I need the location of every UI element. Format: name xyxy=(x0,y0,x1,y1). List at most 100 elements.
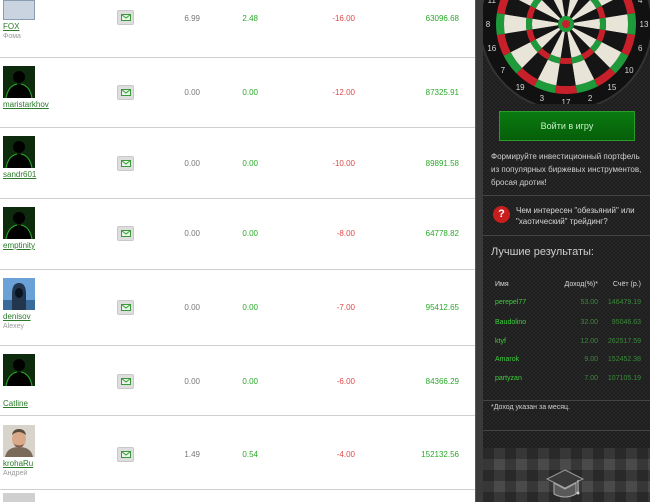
change-cell: -12.00 xyxy=(332,88,355,97)
result-score: 146479.19 xyxy=(607,299,641,306)
envelope-icon xyxy=(121,160,131,167)
dartboard-number: 15 xyxy=(607,83,616,92)
result-name[interactable]: partyzan xyxy=(495,370,555,388)
message-button[interactable] xyxy=(117,156,134,171)
change-cell: -16.00 xyxy=(332,14,355,23)
result-score: 262517.59 xyxy=(607,338,641,345)
dartboard-icon: 5201184136101521731971681114912 xyxy=(483,0,650,104)
result-score: 107105.19 xyxy=(607,375,641,382)
username-link[interactable]: Catline xyxy=(3,399,35,408)
result-score: 152452.38 xyxy=(607,356,641,363)
dartboard-number: 17 xyxy=(562,98,571,104)
result-row: Amarok 9.00 152452.38 xyxy=(483,351,650,369)
promo-banner[interactable] xyxy=(483,448,650,502)
result-row: partyzan 7.00 107105.19 xyxy=(483,370,650,388)
username-link[interactable]: denisov xyxy=(3,312,35,321)
change-cell: -10.00 xyxy=(332,159,355,168)
double-ring-segment xyxy=(496,13,505,35)
user-cell: FOX Фома xyxy=(3,0,35,40)
result-score: 95046.63 xyxy=(611,319,641,326)
hooded-figure-avatar[interactable] xyxy=(3,278,35,310)
result-profit: 7.00 xyxy=(584,375,598,382)
username-link[interactable]: maristarkhov xyxy=(3,100,49,109)
question-link[interactable]: Чем интересен "обезьяний" или "хаотическ… xyxy=(516,205,646,227)
user-cell: emptinity xyxy=(3,207,35,250)
value-cell: 6.99 xyxy=(184,14,200,23)
table-row: emptinity 0.00 0.00 -8.00 64778.82 xyxy=(0,199,475,270)
bullseye xyxy=(562,20,570,28)
results-header: Имя Доход(%)* Счёт (р.) xyxy=(483,276,650,294)
result-row: ktyf 12.00 262517.59 xyxy=(483,333,650,351)
value-cell: 0.00 xyxy=(184,229,200,238)
photo-avatar[interactable] xyxy=(3,425,35,457)
description-text: Формируйте инвестиционный портфель из по… xyxy=(491,152,642,187)
message-button[interactable] xyxy=(117,300,134,315)
table-row: FOX Фома 6.99 2.48 -16.00 63096.68 xyxy=(0,0,475,58)
username-link[interactable]: emptinity xyxy=(3,241,35,250)
double-ring-segment xyxy=(555,85,577,94)
message-button[interactable] xyxy=(117,10,134,25)
user-cell: denisov Alexey xyxy=(3,278,35,330)
message-button[interactable] xyxy=(117,85,134,100)
real-name: Alexey xyxy=(3,323,25,330)
treble-ring-segment xyxy=(599,17,606,31)
header-profit: Доход(%)* xyxy=(564,281,599,288)
real-name: Андрей xyxy=(3,470,28,477)
silhouette-avatar[interactable] xyxy=(3,136,35,168)
result-name[interactable]: Amarok xyxy=(495,351,555,369)
dartboard-number: 2 xyxy=(588,94,593,103)
result-row: perepel77 53.00 146479.19 xyxy=(483,294,650,312)
user-cell: Catline xyxy=(3,354,35,408)
balance-cell: 95412.65 xyxy=(425,303,459,312)
sidebar-panel: 5201184136101521731971681114912 Войти в … xyxy=(483,0,650,502)
value-cell: 0.00 xyxy=(184,377,200,386)
envelope-icon xyxy=(121,451,131,458)
message-button[interactable] xyxy=(117,226,134,241)
result-name[interactable]: ktyf xyxy=(495,333,555,351)
dartboard-banner[interactable]: 5201184136101521731971681114912 xyxy=(483,0,650,104)
divider xyxy=(483,400,650,401)
value-cell: 0.00 xyxy=(184,303,200,312)
result-profit: 12.00 xyxy=(580,338,598,345)
change-cell: -8.00 xyxy=(336,229,355,238)
silhouette-avatar[interactable] xyxy=(3,354,35,386)
silhouette-avatar[interactable] xyxy=(3,207,35,239)
avatar[interactable] xyxy=(3,0,35,20)
play-button[interactable]: Войти в игру xyxy=(499,111,635,141)
best-results-title: Лучшие результаты: xyxy=(491,246,594,258)
outer-single-segment xyxy=(556,63,576,86)
outer-single-segment xyxy=(605,14,628,34)
table-row: sandr601 0.00 0.00 -10.00 89891.58 xyxy=(0,128,475,199)
username-link[interactable]: FOX xyxy=(3,22,35,31)
balance-cell: 89891.58 xyxy=(425,159,459,168)
balance-cell: 63096.68 xyxy=(425,14,459,23)
message-button[interactable] xyxy=(117,447,134,462)
treble-ring-segment xyxy=(526,17,533,31)
table-row xyxy=(0,490,475,502)
real-name: Фома xyxy=(3,33,21,40)
scrollbar[interactable] xyxy=(475,0,483,502)
message-button[interactable] xyxy=(117,374,134,389)
value-cell: 0.54 xyxy=(242,450,258,459)
result-name[interactable]: Baudolino xyxy=(495,314,555,332)
balance-cell: 84366.29 xyxy=(425,377,459,386)
user-cell: sandr601 xyxy=(3,136,36,179)
header-score: Счёт (р.) xyxy=(612,281,641,288)
question-icon[interactable]: ? xyxy=(493,206,510,223)
avatar[interactable] xyxy=(3,493,35,502)
value-cell: 0.00 xyxy=(242,377,258,386)
result-name[interactable]: perepel77 xyxy=(495,294,555,312)
header-name: Имя xyxy=(495,281,509,288)
username-link[interactable]: krohaRu xyxy=(3,459,35,468)
silhouette-avatar[interactable] xyxy=(3,66,35,98)
balance-cell: 87325.91 xyxy=(425,88,459,97)
graduation-cap-icon xyxy=(545,469,585,498)
change-cell: -4.00 xyxy=(336,450,355,459)
dartboard-number: 7 xyxy=(501,66,506,75)
envelope-icon xyxy=(121,230,131,237)
dartboard-number: 4 xyxy=(638,0,643,5)
dartboard-number: 3 xyxy=(540,94,545,103)
leaderboard-table: FOX Фома 6.99 2.48 -16.00 63096.68 maris… xyxy=(0,0,475,502)
username-link[interactable]: sandr601 xyxy=(3,170,36,179)
dartboard-number: 19 xyxy=(516,83,525,92)
